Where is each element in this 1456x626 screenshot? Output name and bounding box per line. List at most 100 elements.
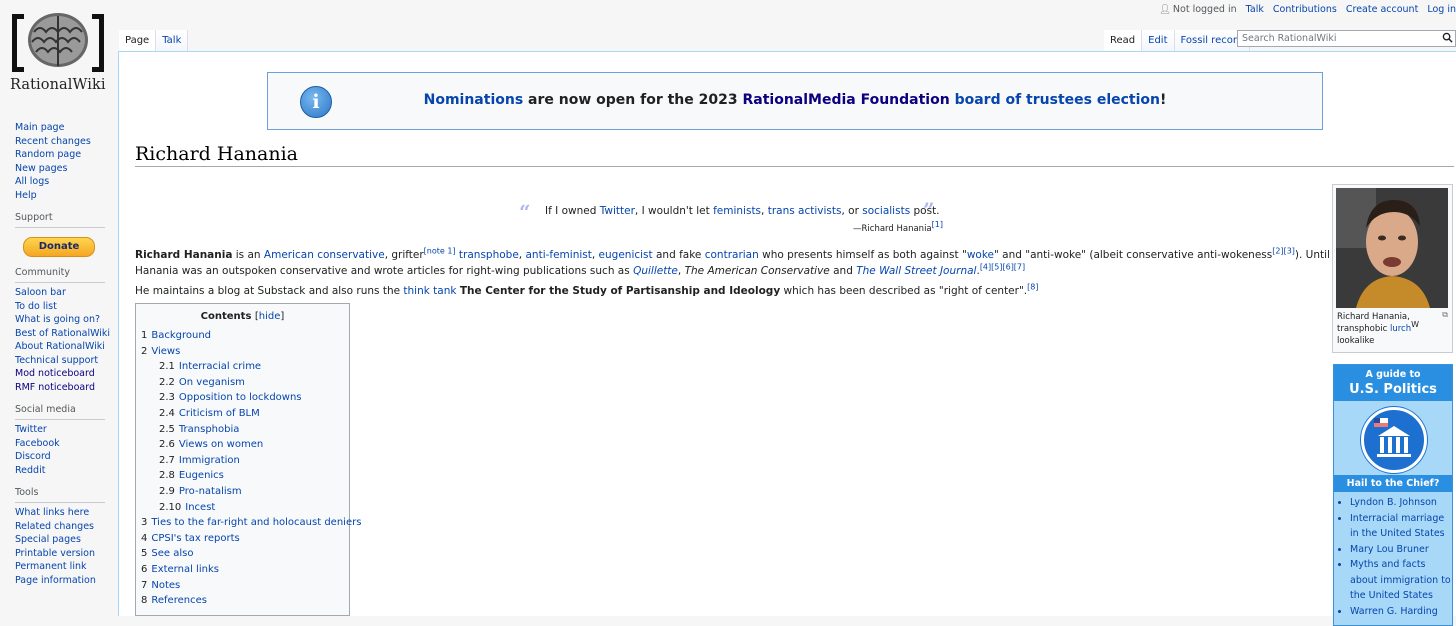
tab-edit[interactable]: Edit — [1142, 30, 1175, 52]
toc-item-number: 7 — [141, 579, 148, 591]
enlarge-icon[interactable]: ⧉ — [1442, 310, 1448, 320]
toc-item[interactable]: 2.8 Eugenics — [136, 468, 349, 484]
reference-link[interactable]: [2][3] — [1272, 247, 1295, 256]
text: , grifter — [384, 249, 424, 261]
navbox-title[interactable]: U.S. Politics — [1334, 380, 1452, 401]
contributions-link[interactable]: Contributions — [1273, 4, 1337, 15]
sidebar-item-what-is-going-on[interactable]: What is going on? — [15, 313, 105, 327]
think-tank-link[interactable]: think tank — [403, 285, 456, 297]
wall-street-journal-link[interactable]: The Wall Street Journal — [856, 265, 976, 277]
twitter-link[interactable]: Twitter — [600, 205, 635, 217]
toc-item[interactable]: 3 Ties to the far-right and holocaust den… — [136, 515, 361, 531]
sidebar-item-page-information[interactable]: Page information — [15, 574, 105, 588]
toc-item-label: Immigration — [178, 454, 240, 466]
toc-item[interactable]: 2.5 Transphobia — [136, 422, 349, 438]
wikipedia-icon[interactable]: W — [1411, 320, 1419, 329]
feminists-link[interactable]: feminists — [713, 205, 761, 217]
eugenicist-link[interactable]: eugenicist — [599, 249, 653, 261]
lurch-link[interactable]: lurch — [1390, 324, 1411, 334]
toc-item-number: 2.7 — [159, 454, 175, 466]
quillette-link[interactable]: Quillette — [633, 265, 678, 277]
anti-feminist-link[interactable]: anti-feminist — [525, 249, 591, 261]
sidebar-item-facebook[interactable]: Facebook — [15, 437, 105, 451]
sidebar-item-twitter[interactable]: Twitter — [15, 423, 105, 437]
tab-talk[interactable]: Talk — [156, 30, 189, 52]
sidebar-item-main-page[interactable]: Main page — [15, 121, 105, 135]
toc-item[interactable]: 2.2 On veganism — [136, 375, 349, 391]
portrait-photo[interactable] — [1336, 188, 1448, 308]
reference-link[interactable]: [4][5][6][7] — [980, 263, 1025, 272]
reference-link[interactable]: [8] — [1027, 283, 1038, 292]
toc-item[interactable]: 2.9 Pro-natalism — [136, 484, 349, 500]
sidebar-item-rmf-noticeboard[interactable]: RMF noticeboard — [15, 381, 105, 395]
sidebar-item-printable-version[interactable]: Printable version — [15, 547, 105, 561]
toc-item[interactable]: 2.10 Incest — [136, 500, 349, 516]
toc-hide-link[interactable]: hide — [259, 311, 281, 322]
toc-item[interactable]: 2 Views — [136, 344, 349, 360]
sidebar-item-technical-support[interactable]: Technical support — [15, 354, 105, 368]
sidebar-social: Social media Twitter Facebook Discord Re… — [0, 404, 118, 477]
american-conservative-link[interactable]: American conservative — [264, 249, 385, 261]
create-account-link[interactable]: Create account — [1346, 4, 1418, 15]
sidebar-item-mod-noticeboard[interactable]: Mod noticeboard — [15, 367, 105, 381]
quote-part: , — [761, 205, 768, 217]
toc-item[interactable]: 2.3 Opposition to lockdowns — [136, 390, 349, 406]
text: , — [677, 265, 685, 277]
talk-link[interactable]: Talk — [1246, 4, 1264, 15]
sidebar-item-related-changes[interactable]: Related changes — [15, 520, 105, 534]
navbox-item[interactable]: Mary Lou Bruner — [1350, 542, 1452, 558]
sidebar-item-recent-changes[interactable]: Recent changes — [15, 135, 105, 149]
election-link[interactable]: board of trustees election — [955, 92, 1160, 108]
trans-activists-link[interactable]: trans activists — [768, 205, 842, 217]
sidebar-item-help[interactable]: Help — [15, 189, 105, 203]
toc-item[interactable]: 2.4 Criticism of BLM — [136, 406, 349, 422]
toc-item[interactable]: 5 See also — [136, 546, 349, 562]
log-in-link[interactable]: Log in — [1427, 4, 1456, 15]
toc-item[interactable]: 2.7 Immigration — [136, 453, 349, 469]
donate-button[interactable]: Donate — [23, 237, 95, 257]
rmf-link[interactable]: RationalMedia Foundation — [742, 92, 949, 108]
sidebar-item-about[interactable]: About RationalWiki — [15, 340, 105, 354]
attribution-text: —Richard Hanania — [853, 224, 932, 234]
site-logo[interactable]: RationalWiki — [0, 0, 118, 100]
woke-link[interactable]: woke — [967, 249, 994, 261]
search-icon[interactable] — [1442, 32, 1453, 43]
toc-item[interactable]: 6 External links — [136, 562, 349, 578]
navbox-item[interactable]: Myths and facts about immigration to the… — [1350, 557, 1452, 604]
sidebar-item-new-pages[interactable]: New pages — [15, 162, 105, 176]
sidebar-support: Support Donate — [0, 212, 118, 257]
navbox-item[interactable]: Warren G. Harding — [1350, 604, 1452, 620]
sidebar-item-best-of[interactable]: Best of RationalWiki — [15, 327, 110, 341]
navbox-item[interactable]: Lyndon B. Johnson — [1350, 495, 1452, 511]
sidebar-item-to-do-list[interactable]: To do list — [15, 300, 105, 314]
quote-part: , or — [841, 205, 863, 217]
sidebar-item-reddit[interactable]: Reddit — [15, 464, 105, 478]
navbox-item[interactable]: Interracial marriage in the United State… — [1350, 511, 1452, 542]
reference-link[interactable]: [1] — [932, 220, 943, 229]
tab-read[interactable]: Read — [1104, 30, 1143, 53]
socialists-link[interactable]: socialists — [862, 205, 910, 217]
sidebar-item-permanent-link[interactable]: Permanent link — [15, 560, 105, 574]
toc-item[interactable]: 7 Notes — [136, 578, 349, 594]
toc-item[interactable]: 2.1 Interracial crime — [136, 359, 349, 375]
sidebar-item-saloon-bar[interactable]: Saloon bar — [15, 286, 105, 300]
nominations-link[interactable]: Nominations — [424, 92, 524, 108]
contrarian-link[interactable]: contrarian — [705, 249, 759, 261]
toc-item[interactable]: 8 References — [136, 593, 349, 609]
sidebar-item-random-page[interactable]: Random page — [15, 148, 105, 162]
note-link[interactable]: [note 1] — [424, 247, 456, 256]
sidebar-item-all-logs[interactable]: All logs — [15, 175, 105, 189]
sidebar-item-what-links-here[interactable]: What links here — [15, 506, 105, 520]
toc-item[interactable]: 1 Background — [136, 328, 349, 344]
toc-item[interactable]: 4 CPSI's tax reports — [136, 531, 349, 547]
quote-part: If I owned — [545, 205, 600, 217]
quote-part: , I wouldn't let — [634, 205, 714, 217]
toc-item[interactable]: 2.6 Views on women — [136, 437, 349, 453]
tab-page[interactable]: Page — [119, 30, 157, 53]
toc-item-number: 4 — [141, 532, 148, 544]
transphobe-link[interactable]: transphobe — [459, 249, 519, 261]
sidebar-item-discord[interactable]: Discord — [15, 450, 105, 464]
text: and fake — [652, 249, 705, 261]
sidebar-item-special-pages[interactable]: Special pages — [15, 533, 105, 547]
search-input[interactable]: Search RationalWiki — [1237, 30, 1456, 47]
